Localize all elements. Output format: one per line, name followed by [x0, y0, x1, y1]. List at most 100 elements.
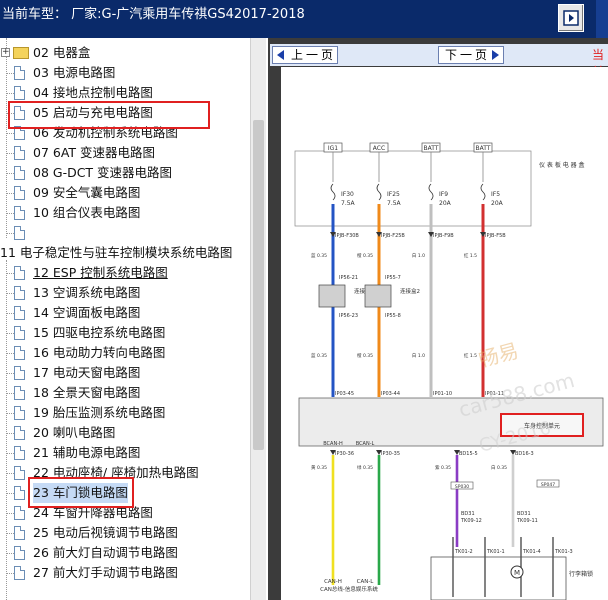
tree-item[interactable]: 13 空调系统电路图 — [0, 283, 250, 303]
right-arrow-icon — [492, 50, 499, 60]
tree-item[interactable]: 17 电动天窗电路图 — [0, 363, 250, 383]
fuse-connector-pin: IPJB-F25B — [381, 233, 405, 239]
tree-item[interactable]: 04 接地点控制电路图 — [0, 83, 250, 103]
fuse-rating: 20A — [439, 200, 452, 207]
tree-guide-branch — [6, 353, 14, 354]
fuse-source-label: BATT — [476, 145, 491, 152]
fuse-source-label: IG1 — [328, 145, 338, 152]
app-window: { "header": {"title": "当前车型： 厂家:G-广汽乘用车传… — [0, 0, 608, 600]
tree-guide-branch — [6, 553, 14, 554]
fuse-name: IF30 — [341, 191, 354, 198]
tree-item[interactable]: 14 空调面板电路图 — [0, 303, 250, 323]
tree-item[interactable]: 27 前大灯手动调节电路图 — [0, 563, 250, 583]
lower-pin-label: IP30-36 — [335, 451, 354, 457]
navigate-button[interactable] — [558, 4, 584, 32]
wire-color-label: 白 1.0 — [412, 352, 425, 359]
bus-label: CAN-H — [324, 579, 342, 585]
tree-item-label: 15 四驱电控系统电路图 — [33, 325, 166, 340]
motor-symbol: M — [514, 569, 520, 577]
tree-guide-branch — [6, 193, 14, 194]
wire-color-label: 橙 0.35 — [357, 252, 373, 259]
tree-item[interactable]: 15 四驱电控系统电路图 — [0, 323, 250, 343]
fuse-source-label: ACC — [373, 145, 385, 152]
document-icon — [14, 346, 25, 360]
tree-guide-branch — [6, 393, 14, 394]
wire-color-label: 红 1.5 — [464, 352, 477, 359]
wire-color-label: 橙 0.35 — [357, 352, 373, 359]
tree-scrollbar[interactable] — [250, 38, 266, 600]
fuse-name: IF5 — [491, 191, 500, 198]
tree-item[interactable]: 03 电源电路图 — [0, 63, 250, 83]
can-label: BCAN-H — [323, 441, 343, 447]
module-pin-label: IP01-10 — [433, 391, 452, 397]
tree-item-label: 10 组合仪表电路图 — [33, 205, 141, 220]
document-icon — [14, 426, 25, 440]
document-icon — [14, 486, 25, 500]
tree-guide-branch — [6, 233, 14, 234]
tree-guide-branch — [6, 93, 14, 94]
tree-item[interactable]: 21 辅助电源电路图 — [0, 443, 250, 463]
tree-group-heading[interactable]: 11 电子稳定性与驻车控制模块系统电路图 — [0, 243, 250, 263]
tree-item[interactable]: 18 全景天窗电路图 — [0, 383, 250, 403]
tree-item-label: 16 电动助力转向电路图 — [33, 345, 166, 360]
fuse-connector-pin: IPJB-F30B — [335, 233, 359, 239]
document-icon — [14, 286, 25, 300]
document-icon — [14, 326, 25, 340]
highlight-box-doorlock — [28, 477, 134, 508]
tree-guide-branch — [6, 573, 14, 574]
fuse-source-label: BATT — [424, 145, 439, 152]
tree-item[interactable]: 16 电动助力转向电路图 — [0, 343, 250, 363]
fuse-box-outline — [294, 150, 532, 227]
tree-item-label: 25 电动后视镜调节电路图 — [33, 525, 178, 540]
fuse-connector-pin: IPJB-F9B — [433, 233, 454, 239]
expand-icon[interactable]: + — [1, 48, 10, 57]
tree-item[interactable]: 20 喇叭电路图 — [0, 423, 250, 443]
tree-guide-branch — [6, 373, 14, 374]
document-icon — [14, 466, 25, 480]
tree-item[interactable]: 25 电动后视镜调节电路图 — [0, 523, 250, 543]
wire-color-label: 绿 0.35 — [357, 464, 373, 471]
tree-item-label: 20 喇叭电路图 — [33, 425, 116, 440]
prev-page-label: 上一页 — [291, 48, 337, 62]
trunk-lock-box — [430, 556, 567, 600]
connector-pin-label: IP56-21 — [339, 275, 358, 281]
tree-item[interactable]: 10 组合仪表电路图 — [0, 203, 250, 223]
module-pin-label: IP03-44 — [381, 391, 400, 397]
tree-item-label: 07 6AT 变速器电路图 — [33, 145, 156, 160]
bus-label: CAN-L — [357, 579, 375, 585]
tree-item[interactable]: 26 前大灯自动调节电路图 — [0, 543, 250, 563]
tree-item-label: 02 电器盒 — [33, 45, 91, 60]
tree-item[interactable] — [0, 223, 250, 243]
wiring-diagram[interactable]: 仪 表 板 电 器 盒 IG1 IF30 7.5A IPJB-F30B 蓝 0.35 蓝 0… — [281, 67, 608, 600]
window-title: 当前车型： 厂家:G-广汽乘用车传祺GS42017-2018 — [2, 7, 305, 22]
wire-color-label: 紫 0.35 — [435, 465, 451, 471]
tree-guide-branch — [6, 453, 14, 454]
prev-page-button[interactable]: 上一页 — [272, 46, 338, 64]
tree-item-label: 21 辅助电源电路图 — [33, 445, 141, 460]
splice-label: SP047 — [541, 482, 555, 488]
fuse-rating: 20A — [491, 200, 504, 207]
document-icon — [14, 566, 25, 580]
tree-item[interactable]: 09 安全气囊电路图 — [0, 183, 250, 203]
folder-icon — [13, 47, 29, 59]
wire-color-label: 红 1.5 — [464, 252, 477, 259]
tree-item-label: 19 胎压监测系统电路图 — [33, 405, 166, 420]
document-icon — [14, 546, 25, 560]
tree-guide-branch — [6, 333, 14, 334]
chapter-tree: +02 电器盒 03 电源电路图 04 接地点控制电路图 05 启动与充电电路图 06 … — [0, 38, 266, 600]
tree-item[interactable]: 08 G-DCT 变速器电路图 — [0, 163, 250, 183]
tree-scrollbar-thumb[interactable] — [253, 120, 264, 450]
tree-item[interactable]: 19 胎压监测系统电路图 — [0, 403, 250, 423]
tree-folder-item[interactable]: +02 电器盒 — [0, 43, 250, 63]
tree-item[interactable]: 12 ESP 控制系统电路图 — [0, 263, 250, 283]
tree-item[interactable]: 07 6AT 变速器电路图 — [0, 143, 250, 163]
tree-guide-branch — [6, 473, 14, 474]
page-toolbar: 上一页 下一页 — [270, 44, 608, 66]
tree-item-label: 14 空调面板电路图 — [33, 305, 141, 320]
tree-guide-branch — [6, 293, 14, 294]
tree-guide-branch — [6, 493, 14, 494]
next-page-button[interactable]: 下一页 — [438, 46, 504, 64]
fuse-box-label: 仪 表 板 电 器 盒 — [539, 161, 585, 169]
bd-pin-label: TK09-11 — [516, 518, 538, 524]
wire-color-label: 蓝 0.35 — [311, 252, 327, 259]
